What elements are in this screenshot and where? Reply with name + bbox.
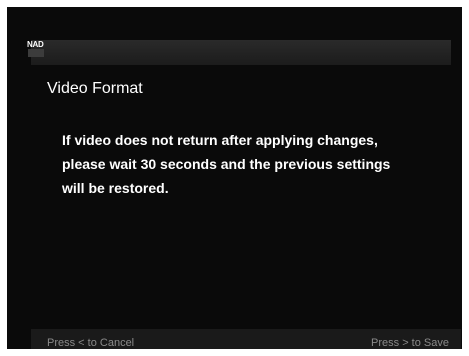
brand-logo: NAD bbox=[27, 40, 44, 49]
save-hint[interactable]: Press > to Save bbox=[371, 337, 449, 349]
brand-logo-mark bbox=[28, 49, 44, 57]
cancel-hint[interactable]: Press < to Cancel bbox=[47, 337, 134, 349]
message-line: please wait 30 seconds and the previous … bbox=[62, 156, 391, 172]
dialog-title: Video Format bbox=[47, 80, 143, 97]
dialog-message: If video does not return after applying … bbox=[62, 128, 442, 200]
message-line: will be restored. bbox=[62, 180, 169, 196]
top-bar bbox=[31, 40, 451, 65]
message-line: If video does not return after applying … bbox=[62, 132, 378, 148]
footer-bar: Press < to Cancel Press > to Save bbox=[31, 329, 461, 349]
